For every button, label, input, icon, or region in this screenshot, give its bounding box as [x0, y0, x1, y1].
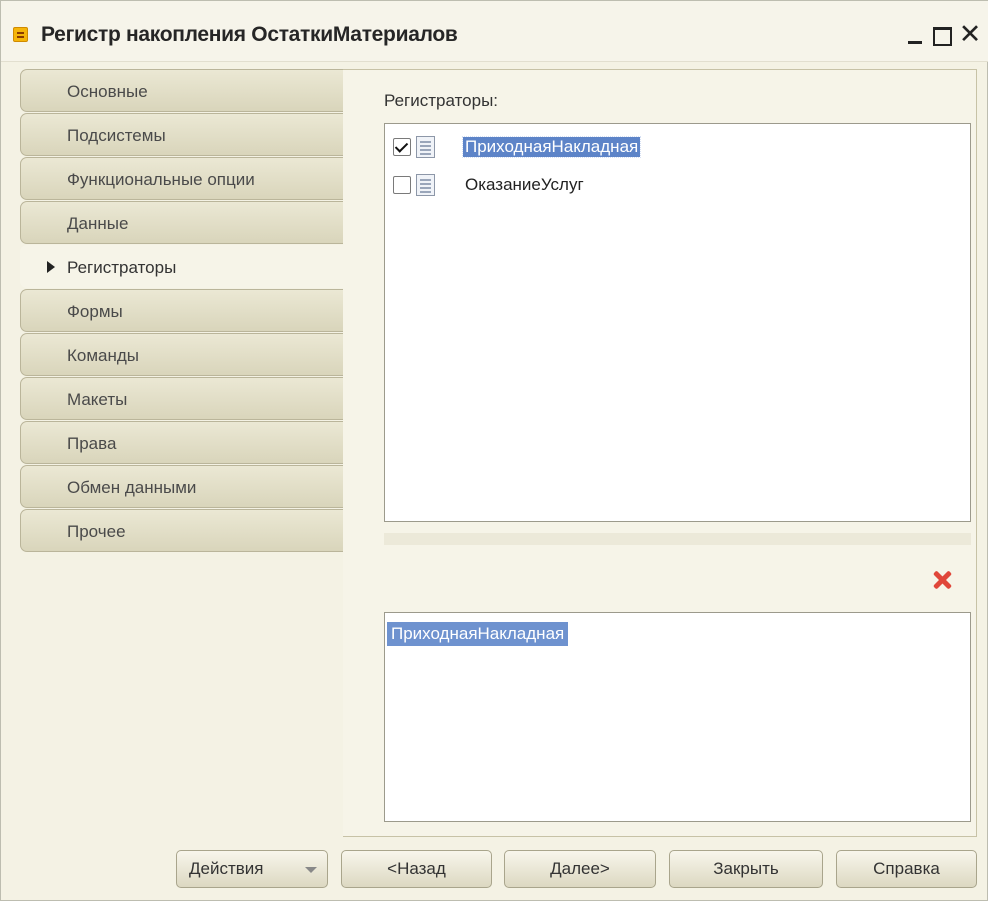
close-window-button[interactable]: ✕: [956, 19, 984, 49]
tab-podsistemy[interactable]: Подсистемы: [20, 113, 344, 156]
tab-makety[interactable]: Макеты: [20, 377, 344, 420]
register-icon: [13, 27, 28, 42]
actions-button[interactable]: Действия: [176, 850, 328, 888]
tab-label: Прочее: [67, 522, 126, 541]
tab-label: Регистраторы: [67, 258, 177, 277]
tab-prava[interactable]: Права: [20, 421, 344, 464]
tab-registratory[interactable]: Регистраторы: [20, 245, 344, 288]
tab-label: Функциональные опции: [67, 170, 255, 189]
tab-label: Основные: [67, 82, 148, 101]
document-icon: [416, 136, 435, 158]
tab-dannye[interactable]: Данные: [20, 201, 344, 244]
selected-registrators-list[interactable]: ПриходнаяНакладная: [384, 612, 971, 822]
tab-obmen-dannymi[interactable]: Обмен данными: [20, 465, 344, 508]
registrators-label: Регистраторы:: [384, 91, 499, 110]
dialog-window: Регистр накопления ОстаткиМатериалов ✕ О…: [0, 0, 988, 901]
back-button[interactable]: <Назад: [341, 850, 492, 888]
tab-komandy[interactable]: Команды: [20, 333, 344, 376]
registrator-checkbox[interactable]: [393, 176, 411, 194]
tab-label: Права: [67, 434, 117, 453]
delete-icon[interactable]: [931, 569, 953, 591]
tab-label: Обмен данными: [67, 478, 197, 497]
registrator-checkbox[interactable]: [393, 138, 411, 156]
window-title: Регистр накопления ОстаткиМатериалов: [41, 23, 458, 46]
tab-prochee[interactable]: Прочее: [20, 509, 344, 552]
tab-label: Команды: [67, 346, 140, 365]
tab-funkcionalnye-opcii[interactable]: Функциональные опции: [20, 157, 344, 200]
tab-label: Данные: [67, 214, 129, 233]
registrators-list[interactable]: ПриходнаяНакладная ОказаниеУслуг: [384, 123, 971, 522]
tab-label: Макеты: [67, 390, 128, 409]
list-item[interactable]: ПриходнаяНакладная: [387, 622, 569, 646]
tab-label: Подсистемы: [67, 126, 166, 145]
list-item[interactable]: ПриходнаяНакладная: [385, 132, 970, 162]
list-item[interactable]: ОказаниеУслуг: [385, 170, 970, 200]
minimize-button[interactable]: [901, 19, 929, 49]
active-tab-arrow-icon: [47, 261, 55, 273]
registrator-name[interactable]: ПриходнаяНакладная: [461, 136, 642, 158]
next-button[interactable]: Далее>: [504, 850, 656, 888]
tab-label: Формы: [67, 302, 123, 321]
tab-formy[interactable]: Формы: [20, 289, 344, 332]
registrator-name[interactable]: ОказаниеУслуг: [463, 175, 586, 195]
actions-label: Действия: [189, 859, 264, 878]
tab-osnovnye[interactable]: Основные: [20, 69, 344, 112]
document-icon: [416, 174, 435, 196]
splitter-bar[interactable]: [384, 533, 971, 545]
maximize-button[interactable]: [928, 19, 956, 49]
title-bar: Регистр накопления ОстаткиМатериалов ✕: [1, 1, 988, 62]
section-tabs: Основные Подсистемы Функциональные опции…: [20, 69, 344, 553]
close-button[interactable]: Закрыть: [669, 850, 823, 888]
help-button[interactable]: Справка: [836, 850, 977, 888]
chevron-down-icon: [305, 867, 317, 873]
